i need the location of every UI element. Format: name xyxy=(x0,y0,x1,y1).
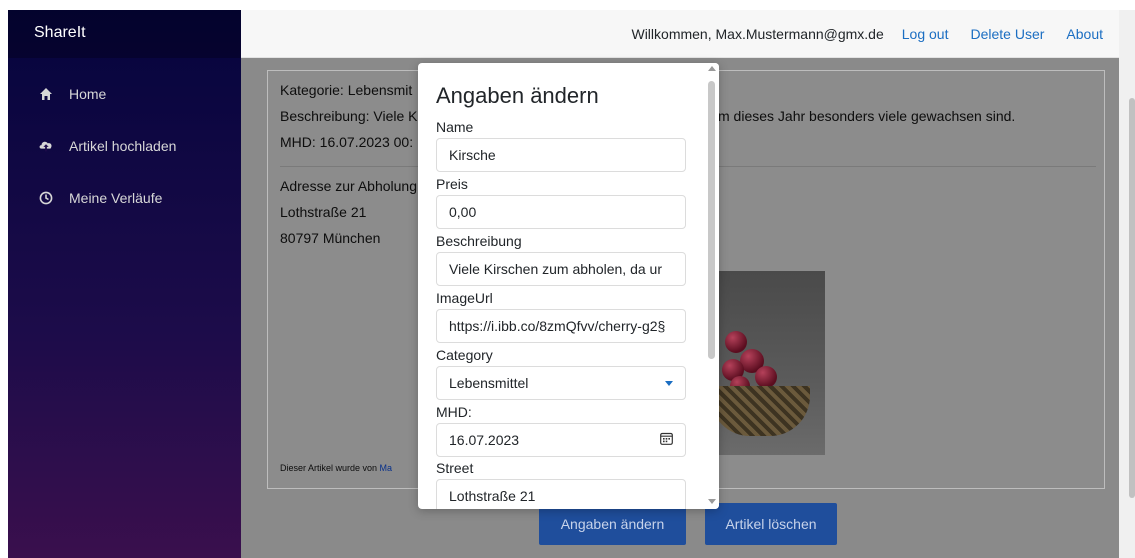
address-label: Adresse zur Abholung xyxy=(280,178,417,194)
imageurl-label: ImageUrl xyxy=(436,290,493,306)
delete-article-button[interactable]: Artikel löschen xyxy=(705,503,837,545)
article-image xyxy=(710,271,825,455)
article-category: Kategorie: Lebensmit xyxy=(280,82,413,98)
modal-title: Angaben ändern xyxy=(436,83,599,108)
clipped-header-strip xyxy=(0,0,1135,10)
category-label: Category xyxy=(436,347,493,363)
price-label: Preis xyxy=(436,176,468,192)
brand-logo[interactable]: ShareIt xyxy=(8,10,241,58)
sidebar-item-label: Home xyxy=(69,86,107,102)
delete-user-link[interactable]: Delete User xyxy=(970,26,1044,42)
sidebar-item-label: Artikel hochladen xyxy=(69,138,177,154)
top-bar: Willkommen, Max.Mustermann@gmx.de Log ou… xyxy=(241,10,1119,58)
address-street: Lothstraße 21 xyxy=(280,204,367,220)
scroll-down-arrow-icon[interactable] xyxy=(708,499,716,504)
edit-details-button[interactable]: Angaben ändern xyxy=(539,503,686,545)
logout-link[interactable]: Log out xyxy=(902,26,949,42)
street-input[interactable]: Lothstraße 21 xyxy=(436,479,686,509)
scroll-up-arrow-icon[interactable] xyxy=(708,66,716,71)
sidebar-nav: Home Artikel hochladen Meine Verläufe xyxy=(8,58,241,224)
clock-icon xyxy=(38,190,54,206)
edit-details-modal: Angaben ändern Name Kirsche Preis 0,00 B… xyxy=(418,63,719,509)
about-link[interactable]: About xyxy=(1066,26,1103,42)
sidebar-item-upload[interactable]: Artikel hochladen xyxy=(8,120,241,172)
page-scrollbar[interactable] xyxy=(1119,10,1135,558)
mhd-label: MHD: xyxy=(436,404,472,420)
name-label: Name xyxy=(436,119,474,135)
author-link[interactable]: Ma xyxy=(380,463,393,473)
street-label: Street xyxy=(436,460,474,476)
sidebar-item-history[interactable]: Meine Verläufe xyxy=(8,172,241,224)
sidebar-item-home[interactable]: Home xyxy=(8,68,241,120)
description-input[interactable]: Viele Kirschen zum abholen, da ur xyxy=(436,252,686,286)
welcome-text: Willkommen, Max.Mustermann@gmx.de xyxy=(631,25,884,42)
category-select[interactable]: Lebensmittel xyxy=(436,366,686,400)
price-input[interactable]: 0,00 xyxy=(436,195,686,229)
author-note: Dieser Artikel wurde von Ma xyxy=(280,463,392,473)
sidebar-item-label: Meine Verläufe xyxy=(69,190,163,206)
category-value: Lebensmittel xyxy=(449,375,529,391)
author-prefix: Dieser Artikel wurde von xyxy=(280,463,380,473)
article-description-tail: m dieses Jahr besonders viele gewachsen … xyxy=(718,108,1016,124)
mhd-date-input[interactable]: 16.07.2023 xyxy=(436,423,686,457)
sidebar: ShareIt Home Artikel hochladen Meine Ver… xyxy=(8,10,241,558)
article-mhd: MHD: 16.07.2023 00: xyxy=(280,134,414,150)
mhd-value: 16.07.2023 xyxy=(449,432,520,448)
chevron-down-icon xyxy=(665,380,673,386)
page-scrollbar-thumb[interactable] xyxy=(1129,98,1135,498)
description-label: Beschreibung xyxy=(436,233,522,249)
home-icon xyxy=(38,86,54,102)
upload-icon xyxy=(38,138,54,154)
modal-scrollbar[interactable] xyxy=(705,63,719,509)
modal-scrollbar-thumb[interactable] xyxy=(708,81,715,359)
imageurl-input[interactable]: https://i.ibb.co/8zmQfvv/cherry-g2§ xyxy=(436,309,686,343)
name-input[interactable]: Kirsche xyxy=(436,138,686,172)
article-description: Beschreibung: Viele K xyxy=(280,108,418,124)
calendar-icon[interactable] xyxy=(660,432,673,448)
address-city: 80797 München xyxy=(280,230,381,246)
basket-graphic xyxy=(710,386,810,436)
